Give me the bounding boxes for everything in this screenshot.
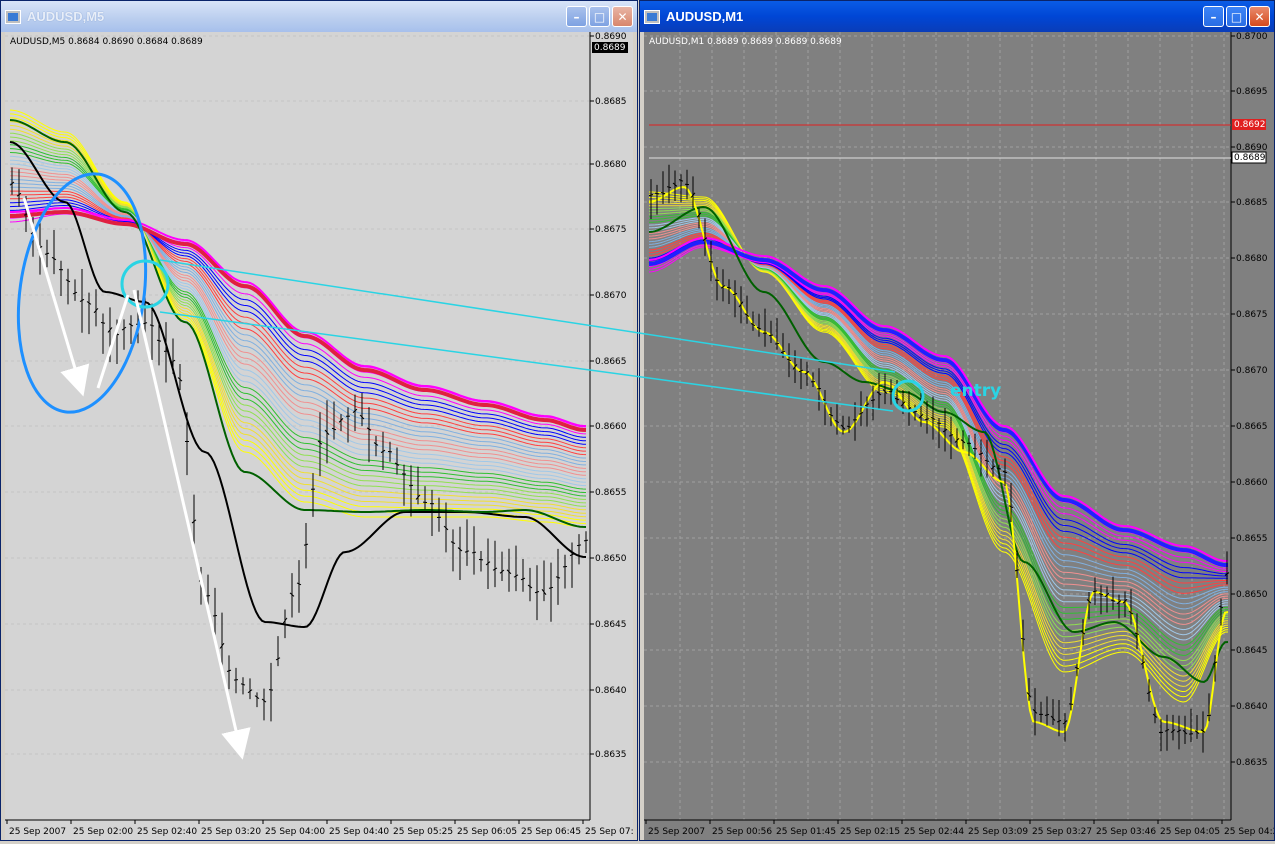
maximize-button[interactable]: □ xyxy=(1226,6,1247,27)
symbol-info-line: AUDUSD,M5 0.8684 0.8690 0.8684 0.8689 xyxy=(10,37,203,47)
time-label: 25 Sep 07:2 xyxy=(585,827,633,837)
candle-tick xyxy=(213,616,217,617)
chart-window-icon xyxy=(644,10,660,24)
chart-area-m1[interactable]: 0.87000.86950.86900.86850.86800.86750.86… xyxy=(644,32,1274,844)
price-chart-m1[interactable]: 0.87000.86950.86900.86850.86800.86750.86… xyxy=(644,32,1274,840)
close-button[interactable]: ✕ xyxy=(1249,6,1270,27)
chart-window-m1[interactable]: AUDUSD,M1 – □ ✕ 0.87000.86950.86900.8685… xyxy=(639,0,1275,841)
price-label: 0.8670 xyxy=(595,291,627,301)
time-label: 25 Sep 2007 xyxy=(648,827,705,837)
price-label: 0.8655 xyxy=(1236,534,1268,544)
price-label: 0.8650 xyxy=(1236,590,1268,600)
current-price-text: 0.8689 xyxy=(594,43,626,53)
price-label: 0.8670 xyxy=(1236,366,1268,376)
time-label: 25 Sep 03:20 xyxy=(201,827,261,837)
time-label: 25 Sep 04:00 xyxy=(265,827,325,837)
price-label: 0.8665 xyxy=(595,357,627,367)
alert-price-text: 0.8692 xyxy=(1234,120,1266,130)
price-label: 0.8635 xyxy=(1236,758,1268,768)
price-label: 0.8685 xyxy=(1236,198,1268,208)
candle-tick xyxy=(269,690,273,691)
time-label: 25 Sep 03:09 xyxy=(968,827,1028,837)
price-label: 0.8635 xyxy=(595,750,627,760)
close-button[interactable]: ✕ xyxy=(612,6,633,27)
price-label: 0.8675 xyxy=(1236,310,1268,320)
time-label: 25 Sep 02:15 xyxy=(840,827,900,837)
price-label: 0.8660 xyxy=(595,422,627,432)
title-bar-m5[interactable]: AUDUSD,M5 – □ ✕ xyxy=(1,1,637,32)
time-label: 25 Sep 02:40 xyxy=(137,827,197,837)
price-label: 0.8685 xyxy=(595,97,627,107)
price-label: 0.8675 xyxy=(595,225,627,235)
bid-price-text: 0.8689 xyxy=(1234,153,1266,163)
chart-window-m5[interactable]: AUDUSD,M5 – □ ✕ 0.8690 0.8685 0.8680 0.8675… xyxy=(0,0,638,841)
minimize-button[interactable]: – xyxy=(566,6,587,27)
time-label: 25 Sep 02:00 xyxy=(73,827,133,837)
title-bar-m1[interactable]: AUDUSD,M1 – □ ✕ xyxy=(640,1,1274,32)
price-label: 0.8680 xyxy=(595,160,627,170)
time-label: 25 Sep 03:27 xyxy=(1032,827,1092,837)
time-label: 25 Sep 04:40 xyxy=(329,827,389,837)
chart-window-icon xyxy=(5,10,21,24)
price-label: 0.8695 xyxy=(1236,87,1268,97)
time-label: 25 Sep 02:44 xyxy=(904,827,964,837)
window-title-m5: AUDUSD,M5 xyxy=(27,9,564,24)
price-label: 0.8650 xyxy=(595,554,627,564)
time-label: 25 Sep 00:56 xyxy=(712,827,772,837)
time-label: 25 Sep 06:05 xyxy=(457,827,517,837)
chart-background xyxy=(5,32,633,840)
time-label: 25 Sep 03:46 xyxy=(1096,827,1156,837)
price-label: 0.8655 xyxy=(595,488,627,498)
price-label: 0.8660 xyxy=(1236,478,1268,488)
price-label: 0.8665 xyxy=(1236,422,1268,432)
time-label: 25 Sep 01:45 xyxy=(776,827,836,837)
price-label: 0.8680 xyxy=(1236,254,1268,264)
time-label: 25 Sep 06:45 xyxy=(521,827,581,837)
maximize-button[interactable]: □ xyxy=(589,6,610,27)
time-label: 25 Sep 04:2 xyxy=(1224,827,1274,837)
price-label: 0.8645 xyxy=(1236,646,1268,656)
minimize-button[interactable]: – xyxy=(1203,6,1224,27)
time-label: 25 Sep 04:05 xyxy=(1160,827,1220,837)
price-chart-m5[interactable]: 0.8690 0.8685 0.8680 0.8675 0.8670 0.8665 0.86… xyxy=(5,32,633,840)
price-label: 0.8700 xyxy=(1236,32,1268,42)
price-label: 0.8640 xyxy=(1236,702,1268,712)
chart-area-m5[interactable]: 0.8690 0.8685 0.8680 0.8675 0.8670 0.8665 0.86… xyxy=(5,32,633,844)
symbol-info-line: AUDUSD,M1 0.8689 0.8689 0.8689 0.8689 xyxy=(649,37,842,47)
candle-tick xyxy=(775,344,779,345)
entry-annotation-text: entry xyxy=(950,381,1001,401)
candle-tick xyxy=(973,448,977,449)
window-title-m1: AUDUSD,M1 xyxy=(666,9,1201,24)
candle-tick xyxy=(584,540,588,541)
time-label: 25 Sep 2007 xyxy=(9,827,66,837)
time-label: 25 Sep 05:25 xyxy=(393,827,453,837)
price-label: 0.8640 xyxy=(595,686,627,696)
price-label: 0.8645 xyxy=(595,620,627,630)
price-label: 0.8690 xyxy=(595,32,627,42)
